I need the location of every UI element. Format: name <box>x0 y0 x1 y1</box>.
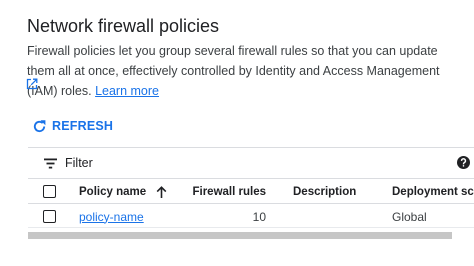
filter-icon <box>44 158 57 168</box>
refresh-label: REFRESH <box>52 119 114 133</box>
row-checkbox[interactable] <box>43 210 56 223</box>
table-header-row: Policy name Firewall rules Description D… <box>28 178 474 203</box>
deployment-scope-cell: Global <box>392 209 427 224</box>
select-all-checkbox[interactable] <box>43 185 56 198</box>
refresh-icon <box>33 119 46 132</box>
page-title: Network firewall policies <box>27 16 220 36</box>
table-row: policy-name 10 Global <box>28 203 474 228</box>
select-all-cell <box>43 179 56 204</box>
page-description: Firewall policies let you group several … <box>27 41 467 101</box>
row-select-cell <box>43 204 56 229</box>
policies-table: Policy name Firewall rules Description D… <box>28 178 474 228</box>
external-link-icon[interactable] <box>26 78 38 90</box>
help-icon[interactable] <box>457 156 470 169</box>
policy-name-cell: policy-name <box>79 204 144 229</box>
firewall-policies-page: Network firewall policies Firewall polic… <box>0 0 474 266</box>
filter-button[interactable]: Filter <box>44 156 93 170</box>
column-header-deployment-scope[interactable]: Deployment scope <box>392 179 474 204</box>
policy-name-link[interactable]: policy-name <box>79 210 144 224</box>
filter-label: Filter <box>65 156 93 170</box>
refresh-button[interactable]: REFRESH <box>32 116 113 136</box>
filter-bar: Filter <box>28 147 474 178</box>
description-text: Firewall policies let you group several … <box>27 44 440 98</box>
column-header-firewall-rules[interactable]: Firewall rules <box>192 179 266 204</box>
firewall-rules-cell: 10 <box>252 209 266 224</box>
sort-ascending-icon[interactable] <box>156 185 167 198</box>
column-header-policy-name-label: Policy name <box>79 185 147 198</box>
horizontal-scrollbar[interactable] <box>28 232 452 239</box>
learn-more-link[interactable]: Learn more <box>95 84 159 98</box>
column-header-description[interactable]: Description <box>293 179 356 204</box>
column-header-policy-name[interactable]: Policy name <box>79 179 167 204</box>
